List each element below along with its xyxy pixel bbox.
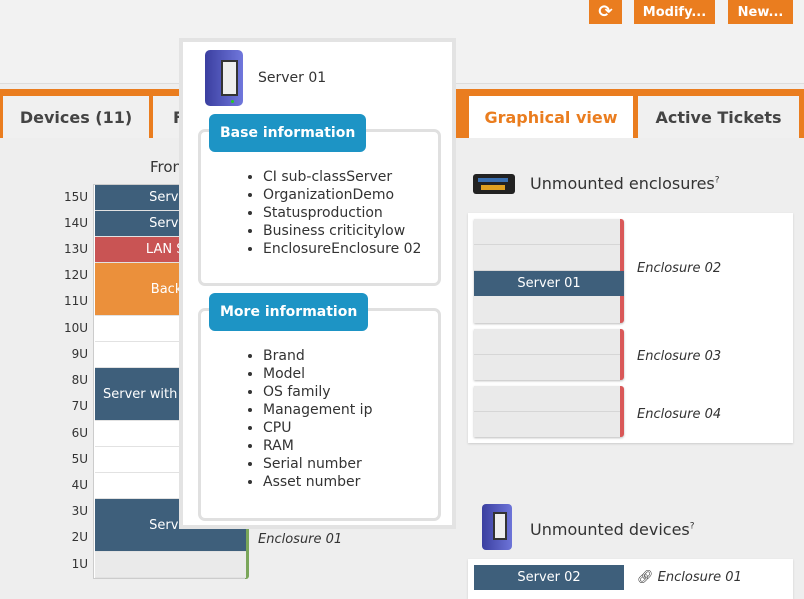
refresh-button[interactable]: ⟳ <box>589 0 622 24</box>
info-item: OrganizationDemo <box>263 186 438 204</box>
info-item: Management ip <box>263 401 438 419</box>
help-icon[interactable]: ? <box>715 176 720 186</box>
rack-unit-label: 9U <box>71 347 88 361</box>
device-popover: Server 01 CI sub-classServerOrganization… <box>179 38 456 529</box>
base-information-section: CI sub-classServerOrganizationDemoStatus… <box>198 129 441 286</box>
new-button[interactable]: New... <box>728 0 793 24</box>
rack-unit-label: 5U <box>71 452 88 466</box>
info-item: Statusproduction <box>263 204 438 222</box>
popover-title: Server 01 <box>258 70 327 86</box>
base-information-legend: Base information <box>209 114 367 152</box>
refresh-icon: ⟳ <box>598 2 613 22</box>
rack-slot-empty[interactable] <box>95 552 246 578</box>
rack-unit-label: 12U <box>63 268 88 282</box>
info-item: Serial number <box>263 455 438 473</box>
unmounted-device-enclosure[interactable]: 🔗︎ Enclosure 01 <box>637 570 742 585</box>
info-item: RAM <box>263 437 438 455</box>
enclosure-item[interactable] <box>474 386 624 437</box>
info-item: Business criticitylow <box>263 222 438 240</box>
enclosure-item[interactable] <box>474 329 624 380</box>
unmounted-device[interactable]: Server 02 <box>474 565 624 590</box>
more-information-legend: More information <box>209 293 369 331</box>
tab-active-tickets[interactable]: Active Tickets <box>638 96 799 138</box>
enclosure-link[interactable]: Enclosure 01 <box>658 570 742 585</box>
enclosure-item[interactable]: Server 01 <box>474 219 624 323</box>
enclosure-name: Enclosure 03 <box>637 349 722 364</box>
info-item: Asset number <box>263 473 438 491</box>
info-item: OS family <box>263 383 438 401</box>
unmounted-devices-title: Unmounted devices? <box>530 520 695 539</box>
enclosure-name: Enclosure 04 <box>637 407 722 422</box>
rack-unit-label: 6U <box>71 426 88 440</box>
enclosure-name: Enclosure 02 <box>637 261 722 276</box>
rack-unit-label: 7U <box>71 399 88 413</box>
info-item: CI sub-classServer <box>263 168 438 186</box>
info-item: EnclosureEnclosure 02 <box>263 240 438 258</box>
rack-unit-label: 4U <box>71 478 88 492</box>
rack-unit-label: 10U <box>63 321 88 335</box>
rack-unit-label: 13U <box>63 242 88 256</box>
rack-title: Fron <box>150 158 183 176</box>
help-icon[interactable]: ? <box>690 522 695 532</box>
info-item: Model <box>263 365 438 383</box>
rack-enclosure-label: Enclosure 01 <box>258 532 343 547</box>
rack-unit-label: 1U <box>71 557 88 571</box>
enclosure-icon <box>473 172 517 196</box>
rack-unit-label: 2U <box>71 530 88 544</box>
server-icon <box>205 50 243 106</box>
unmounted-enclosures-label: Unmounted enclosures <box>530 174 715 193</box>
link-icon: 🔗︎ <box>637 570 654 585</box>
info-item: CPU <box>263 419 438 437</box>
info-item: Brand <box>263 347 438 365</box>
enclosure-device[interactable]: Server 01 <box>474 271 624 296</box>
tab-graphical-view[interactable]: Graphical view <box>469 96 633 138</box>
unmounted-enclosures-title: Unmounted enclosures? <box>530 174 720 193</box>
rack-unit-label: 11U <box>63 294 88 308</box>
tab-devices[interactable]: Devices (11) <box>3 96 149 138</box>
more-information-section: BrandModelOS familyManagement ipCPURAMSe… <box>198 308 441 521</box>
unmounted-devices-label: Unmounted devices <box>530 520 690 539</box>
server-icon <box>482 504 512 550</box>
rack-unit-label: 8U <box>71 373 88 387</box>
rack-unit-label: 15U <box>63 190 88 204</box>
rack-unit-label: 14U <box>63 216 88 230</box>
rack-unit-label: 3U <box>71 504 88 518</box>
modify-button[interactable]: Modify... <box>634 0 715 24</box>
